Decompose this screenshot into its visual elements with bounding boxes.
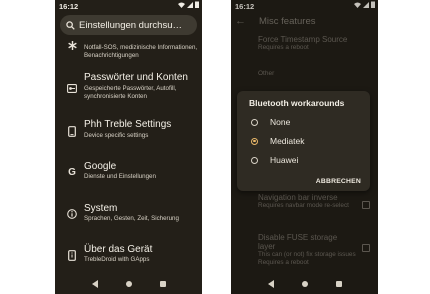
settings-screen: 16:12 Einstellungen durchsu… Notfall-SOS… bbox=[55, 0, 202, 294]
settings-item-google[interactable]: G Google Dienste und Einstellungen bbox=[55, 160, 202, 184]
settings-item-about[interactable]: Über das Gerät TrebleDroid with GApps bbox=[55, 243, 202, 267]
settings-item-passwords[interactable]: Passwörter und Konten Gespeicherte Passw… bbox=[55, 72, 202, 106]
cancel-button[interactable]: ABBRECHEN bbox=[316, 178, 361, 185]
option-mediatek[interactable]: Mediatek bbox=[251, 135, 305, 147]
wifi-icon bbox=[178, 2, 185, 8]
battery-icon bbox=[195, 1, 199, 8]
settings-item-subtitle: Notfall-SOS, medizinische Informationen,… bbox=[84, 44, 198, 59]
search-icon bbox=[66, 20, 75, 30]
settings-item-safety[interactable]: Notfall-SOS, medizinische Informationen,… bbox=[55, 38, 202, 62]
search-input[interactable]: Einstellungen durchsu… bbox=[79, 20, 191, 31]
back-nav-icon[interactable] bbox=[91, 280, 98, 288]
signal-icon bbox=[187, 1, 193, 8]
home-nav-icon[interactable] bbox=[301, 281, 308, 287]
settings-item-subtitle: Device specific settings bbox=[84, 132, 149, 139]
option-label: None bbox=[270, 117, 291, 127]
asterisk-icon bbox=[66, 39, 78, 51]
settings-item-system[interactable]: System Sprachen, Gesten, Zeit, Sicherung bbox=[55, 202, 202, 226]
nav-bar bbox=[55, 274, 202, 294]
bluetooth-workarounds-dialog: Bluetooth workarounds None Mediatek Huaw… bbox=[237, 91, 370, 191]
status-bar: 16:12 bbox=[55, 0, 202, 11]
settings-item-title: System bbox=[84, 203, 118, 214]
nav-bar bbox=[231, 274, 378, 294]
settings-item-phh-treble[interactable]: Phh Treble Settings Device specific sett… bbox=[55, 118, 202, 142]
option-huawei[interactable]: Huawei bbox=[251, 154, 298, 166]
recents-nav-icon[interactable] bbox=[335, 281, 342, 287]
info-icon bbox=[66, 208, 78, 220]
dialog-title: Bluetooth workarounds bbox=[249, 98, 345, 108]
settings-item-subtitle: Sprachen, Gesten, Zeit, Sicherung bbox=[84, 215, 179, 222]
option-label: Huawei bbox=[270, 155, 299, 165]
search-bar[interactable]: Einstellungen durchsu… bbox=[60, 15, 197, 35]
misc-features-screen: 16:12 ← Misc features Force Timestamp So… bbox=[231, 0, 378, 294]
status-icons bbox=[178, 1, 199, 8]
google-g-icon: G bbox=[68, 166, 76, 178]
settings-item-title: Phh Treble Settings bbox=[84, 119, 172, 130]
home-nav-icon[interactable] bbox=[125, 281, 132, 287]
settings-item-title: Google bbox=[84, 161, 117, 172]
settings-item-title: Über das Gerät bbox=[84, 244, 153, 255]
settings-item-subtitle: TrebleDroid with GApps bbox=[84, 256, 150, 263]
phone-settings-icon bbox=[66, 125, 78, 137]
radio-button[interactable] bbox=[251, 156, 258, 164]
recents-nav-icon[interactable] bbox=[159, 281, 166, 287]
settings-item-subtitle: Dienste und Einstellungen bbox=[84, 173, 156, 180]
option-none[interactable]: None bbox=[251, 116, 290, 128]
option-label: Mediatek bbox=[270, 136, 305, 146]
radio-button[interactable] bbox=[251, 118, 258, 126]
password-key-icon bbox=[66, 82, 78, 94]
status-time: 16:12 bbox=[59, 2, 79, 11]
radio-button-selected[interactable] bbox=[251, 137, 258, 145]
back-nav-icon[interactable] bbox=[267, 280, 274, 288]
settings-item-title: Passwörter und Konten bbox=[84, 72, 188, 83]
settings-item-subtitle: Gespeicherte Passwörter, Autofill, synch… bbox=[84, 85, 177, 100]
phone-info-icon bbox=[66, 249, 78, 261]
